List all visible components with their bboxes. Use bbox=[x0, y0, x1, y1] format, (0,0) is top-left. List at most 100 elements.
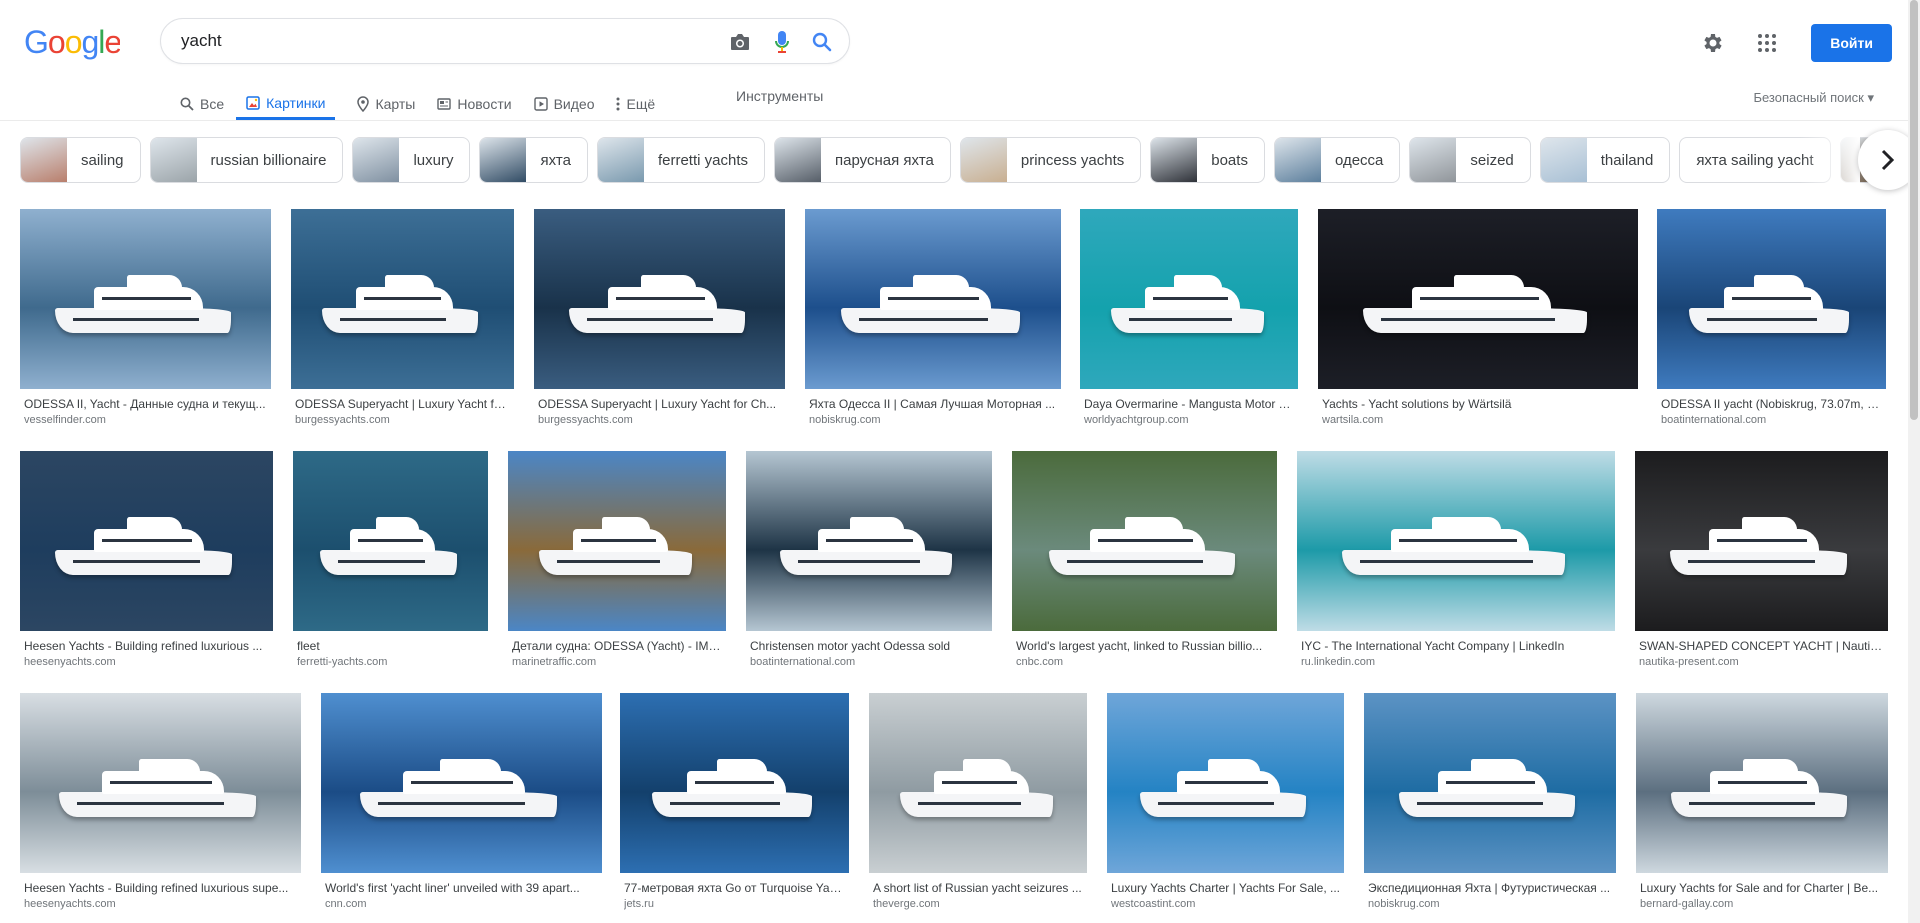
result-title[interactable]: World's first 'yacht liner' unveiled wit… bbox=[325, 881, 600, 895]
result-source[interactable]: ru.linkedin.com bbox=[1301, 656, 1613, 668]
image-result[interactable]: Luxury Yachts Charter | Yachts For Sale,… bbox=[1107, 693, 1344, 923]
chip-9[interactable]: seized bbox=[1409, 137, 1531, 183]
scrollbar[interactable] bbox=[1908, 0, 1920, 923]
result-title[interactable]: Экспедиционная Яхта | Футуристическая ..… bbox=[1368, 881, 1614, 895]
result-source[interactable]: burgessyachts.com bbox=[295, 414, 512, 426]
apps-icon[interactable] bbox=[1747, 23, 1787, 63]
result-source[interactable]: burgessyachts.com bbox=[538, 414, 783, 426]
chip-4[interactable]: ferretti yachts bbox=[596, 137, 765, 183]
chip-7[interactable]: boats bbox=[1150, 137, 1265, 183]
result-title[interactable]: ODESSA II yacht (Nobiskrug, 73.07m, 2013… bbox=[1661, 397, 1884, 411]
search-box[interactable] bbox=[160, 18, 850, 64]
result-source[interactable]: marinetraffic.com bbox=[512, 656, 724, 668]
search-icon[interactable] bbox=[809, 29, 835, 55]
result-title[interactable]: Детали судна: ODESSA (Yacht) - IMO 955..… bbox=[512, 639, 724, 653]
result-thumbnail[interactable] bbox=[1080, 209, 1298, 389]
result-title[interactable]: IYC - The International Yacht Company | … bbox=[1301, 639, 1613, 653]
result-thumbnail[interactable] bbox=[1635, 451, 1888, 631]
signin-button[interactable]: Войти bbox=[1811, 24, 1892, 62]
result-thumbnail[interactable] bbox=[1297, 451, 1615, 631]
image-result[interactable]: A short list of Russian yacht seizures .… bbox=[869, 693, 1087, 923]
result-thumbnail[interactable] bbox=[20, 693, 301, 873]
result-source[interactable]: boatinternational.com bbox=[750, 656, 990, 668]
result-thumbnail[interactable] bbox=[869, 693, 1087, 873]
image-result[interactable]: Яхта Одесса II | Самая Лучшая Моторная .… bbox=[805, 209, 1061, 439]
result-source[interactable]: cnbc.com bbox=[1016, 656, 1275, 668]
image-result[interactable]: SWAN-SHAPED CONCEPT YACHT | Nautik... nau… bbox=[1635, 451, 1888, 681]
result-title[interactable]: SWAN-SHAPED CONCEPT YACHT | Nautik... bbox=[1639, 639, 1886, 653]
image-result[interactable]: ODESSA II yacht (Nobiskrug, 73.07m, 2013… bbox=[1657, 209, 1886, 439]
result-title[interactable]: ODESSA Superyacht | Luxury Yacht for Ch.… bbox=[295, 397, 512, 411]
chip-3[interactable]: яхта bbox=[479, 137, 588, 183]
result-thumbnail[interactable] bbox=[1657, 209, 1886, 389]
result-title[interactable]: Yachts - Yacht solutions by Wärtsilä bbox=[1322, 397, 1636, 411]
result-title[interactable]: Christensen motor yacht Odessa sold bbox=[750, 639, 990, 653]
chip-2[interactable]: luxury bbox=[352, 137, 471, 183]
result-thumbnail[interactable] bbox=[1364, 693, 1616, 873]
image-result[interactable]: 77-метровая яхта Go от Turquoise Yachts.… bbox=[620, 693, 849, 923]
image-result[interactable]: Christensen motor yacht Odessa sold boati… bbox=[746, 451, 992, 681]
result-thumbnail[interactable] bbox=[1012, 451, 1277, 631]
result-title[interactable]: Luxury Yachts Charter | Yachts For Sale,… bbox=[1111, 881, 1342, 895]
tab-0[interactable]: Все bbox=[180, 84, 224, 120]
mic-icon[interactable] bbox=[769, 29, 795, 55]
result-thumbnail[interactable] bbox=[291, 209, 514, 389]
image-result[interactable]: Luxury Yachts for Sale and for Charter |… bbox=[1636, 693, 1888, 923]
result-source[interactable]: boatinternational.com bbox=[1661, 414, 1884, 426]
image-result[interactable]: ODESSA Superyacht | Luxury Yacht for Ch.… bbox=[534, 209, 785, 439]
result-thumbnail[interactable] bbox=[805, 209, 1061, 389]
image-result[interactable]: IYC - The International Yacht Company | … bbox=[1297, 451, 1615, 681]
result-source[interactable]: bernard-gallay.com bbox=[1640, 898, 1886, 910]
result-source[interactable]: nobiskrug.com bbox=[809, 414, 1059, 426]
image-result[interactable]: World's first 'yacht liner' unveiled wit… bbox=[321, 693, 602, 923]
chip-6[interactable]: princess yachts bbox=[959, 137, 1142, 183]
image-result[interactable]: Heesen Yachts - Building refined luxurio… bbox=[20, 693, 301, 923]
result-title[interactable]: 77-метровая яхта Go от Turquoise Yachts.… bbox=[624, 881, 847, 895]
image-result[interactable]: Детали судна: ODESSA (Yacht) - IMO 955..… bbox=[508, 451, 726, 681]
result-source[interactable]: nautika-present.com bbox=[1639, 656, 1886, 668]
result-title[interactable]: ODESSA II, Yacht - Данные судна и текущ.… bbox=[24, 397, 269, 411]
tab-5[interactable]: Ещё bbox=[616, 84, 655, 120]
result-source[interactable]: heesenyachts.com bbox=[24, 898, 299, 910]
camera-icon[interactable] bbox=[727, 29, 753, 55]
result-title[interactable]: Daya Overmarine - Mangusta Motor Yacht .… bbox=[1084, 397, 1296, 411]
search-input[interactable] bbox=[181, 19, 681, 63]
image-result[interactable]: ODESSA II, Yacht - Данные судна и текущ.… bbox=[20, 209, 271, 439]
result-title[interactable]: Luxury Yachts for Sale and for Charter |… bbox=[1640, 881, 1886, 895]
settings-icon[interactable] bbox=[1693, 23, 1733, 63]
result-thumbnail[interactable] bbox=[620, 693, 849, 873]
result-source[interactable]: nobiskrug.com bbox=[1368, 898, 1614, 910]
chip-5[interactable]: парусная яхта bbox=[773, 137, 951, 183]
result-thumbnail[interactable] bbox=[508, 451, 726, 631]
result-title[interactable]: A short list of Russian yacht seizures .… bbox=[873, 881, 1085, 895]
result-source[interactable]: westcoastint.com bbox=[1111, 898, 1342, 910]
image-result[interactable]: Экспедиционная Яхта | Футуристическая ..… bbox=[1364, 693, 1616, 923]
chip-8[interactable]: одесса bbox=[1273, 137, 1401, 183]
tab-3[interactable]: Новости bbox=[437, 84, 512, 120]
result-source[interactable]: heesenyachts.com bbox=[24, 656, 271, 668]
tab-1[interactable]: Картинки bbox=[236, 84, 336, 120]
result-title[interactable]: fleet bbox=[297, 639, 486, 653]
result-source[interactable]: worldyachtgroup.com bbox=[1084, 414, 1296, 426]
result-thumbnail[interactable] bbox=[1318, 209, 1638, 389]
image-result[interactable]: fleet ferretti-yachts.com bbox=[293, 451, 488, 681]
result-thumbnail[interactable] bbox=[534, 209, 785, 389]
result-source[interactable]: cnn.com bbox=[325, 898, 600, 910]
tab-2[interactable]: Карты bbox=[357, 84, 415, 120]
result-title[interactable]: ODESSA Superyacht | Luxury Yacht for Ch.… bbox=[538, 397, 783, 411]
google-logo[interactable]: Google bbox=[24, 22, 120, 62]
image-result[interactable]: Yachts - Yacht solutions by Wärtsilä wart… bbox=[1318, 209, 1638, 439]
result-source[interactable]: ferretti-yachts.com bbox=[297, 656, 486, 668]
chip-1[interactable]: russian billionaire bbox=[149, 137, 344, 183]
result-thumbnail[interactable] bbox=[1107, 693, 1344, 873]
chip-0[interactable]: sailing bbox=[20, 137, 141, 183]
safesearch-dropdown[interactable]: Безопасный поиск ▾ bbox=[1753, 90, 1874, 106]
result-title[interactable]: Яхта Одесса II | Самая Лучшая Моторная .… bbox=[809, 397, 1059, 411]
result-source[interactable]: theverge.com bbox=[873, 898, 1085, 910]
result-source[interactable]: jets.ru bbox=[624, 898, 847, 910]
tools-button[interactable]: Инструменты bbox=[736, 88, 823, 104]
result-thumbnail[interactable] bbox=[746, 451, 992, 631]
result-thumbnail[interactable] bbox=[293, 451, 488, 631]
result-thumbnail[interactable] bbox=[1636, 693, 1888, 873]
tab-4[interactable]: Видео bbox=[533, 84, 594, 120]
